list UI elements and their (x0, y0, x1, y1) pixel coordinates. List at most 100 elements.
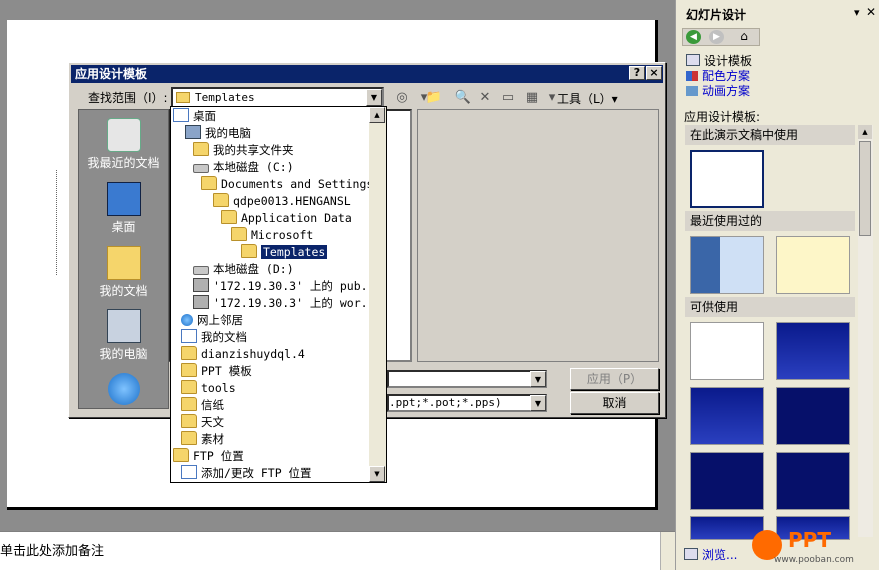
dropdown-item[interactable]: 桌面 (173, 108, 216, 125)
template-thumb[interactable] (690, 322, 764, 380)
scroll-up-icon[interactable]: ▲ (858, 125, 872, 139)
section-recent: 最近使用过的 (685, 211, 855, 231)
dropdown-item[interactable]: Application Data (221, 210, 352, 227)
place-recent-documents[interactable]: 我最近的文档 (79, 118, 168, 171)
lookin-dropdown-list[interactable]: 桌面 我的电脑我的共享文件夹本地磁盘 (C:) Documents and Sett… (170, 106, 387, 483)
slide-design-taskpane: 幻灯片设计 ▾ ✕ ◀ ▶ ⌂ 设计模板 配色方案 动画方案 应用设计模板: 在… (675, 0, 879, 570)
network-drive-icon (193, 295, 209, 309)
notes-pane[interactable]: 单击此处添加备注 (0, 531, 675, 570)
notes-placeholder[interactable]: 单击此处添加备注 (0, 540, 104, 559)
template-thumb[interactable] (776, 452, 850, 510)
dropdown-item-label: qdpe0013.HENGANSL (233, 194, 351, 208)
browse-link[interactable]: 浏览... (684, 546, 737, 563)
template-thumb[interactable] (776, 387, 850, 445)
dropdown-item[interactable]: '172.19.30.3' 上的 pub... (193, 278, 381, 295)
dropdown-item-label: 我的电脑 (205, 126, 251, 140)
filetype-select[interactable]: .ppt;*.pot;*.pps) (387, 394, 547, 412)
template-thumb[interactable] (776, 322, 850, 380)
chevron-down-icon[interactable]: ▼ (366, 89, 382, 106)
desktop-icon (173, 108, 189, 122)
place-my-computer[interactable]: 我的电脑 (79, 309, 168, 362)
lookin-value: Templates (195, 91, 255, 104)
dropdown-item[interactable]: 信纸 (181, 397, 224, 414)
folder-icon (181, 363, 197, 377)
link-animation-schemes[interactable]: 动画方案 (686, 82, 750, 99)
notes-scrollbar[interactable] (660, 532, 675, 570)
lookin-combobox[interactable]: Templates ▼ (171, 87, 384, 108)
panel-scrollbar[interactable]: ▲ (858, 125, 873, 537)
dropdown-item[interactable]: '172.19.30.3' 上的 wor... (193, 295, 381, 312)
dropdown-item-label: 信纸 (201, 398, 224, 412)
dropdown-item-label: '172.19.30.3' 上的 wor... (213, 296, 382, 310)
cancel-button[interactable]: 取消 (570, 392, 659, 414)
place-network[interactable] (79, 373, 168, 407)
template-thumb[interactable] (690, 150, 764, 208)
dropdown-item[interactable]: FTP 位置 (173, 448, 244, 465)
dropdown-item[interactable]: 我的共享文件夹 (193, 142, 294, 159)
drive-icon (193, 266, 209, 275)
panel-menu-icon[interactable]: ▾ (854, 6, 860, 19)
dropdown-item[interactable]: 天文 (181, 414, 224, 431)
views-icon[interactable]: ▦ (521, 88, 543, 108)
site-logo: PPT www.pooban.com (752, 528, 876, 568)
close-button[interactable]: × (646, 66, 662, 80)
panel-close-icon[interactable]: ✕ (866, 5, 876, 19)
dropdown-item-label: 天文 (201, 415, 224, 429)
dropdown-item[interactable]: Documents and Settings (201, 176, 373, 193)
dropdown-item[interactable]: Templates (241, 244, 328, 261)
scroll-thumb[interactable] (859, 141, 871, 236)
back-icon[interactable]: ◎ (391, 88, 413, 108)
section-current: 在此演示文稿中使用 (685, 125, 855, 145)
home-icon[interactable]: ⌂ (735, 29, 753, 45)
dropdown-item[interactable]: 我的电脑 (185, 125, 251, 142)
apply-button[interactable]: 应用（P） (570, 368, 659, 390)
delete-icon[interactable]: ✕ (474, 88, 496, 108)
up-folder-icon[interactable]: 📁 (423, 88, 445, 108)
tools-menu[interactable]: 工具（L）▾ (557, 90, 618, 107)
help-button[interactable]: ? (629, 66, 645, 80)
desktop-icon (106, 182, 141, 216)
template-thumb[interactable] (690, 387, 764, 445)
forward-icon[interactable]: ▶ (709, 30, 724, 44)
logo-brand: PPT (788, 528, 831, 552)
template-thumb[interactable] (776, 236, 850, 294)
dropdown-item[interactable]: 本地磁盘 (D:) (193, 261, 294, 278)
dropdown-item[interactable]: 网上邻居 (181, 312, 243, 329)
filename-dropdown-icon[interactable]: ▼ (530, 371, 546, 387)
dropdown-item-label: PPT 模板 (201, 364, 252, 378)
dropdown-scrollbar[interactable]: ▲ ▼ (369, 107, 386, 482)
search-web-icon[interactable]: 🔍 (452, 88, 474, 108)
dropdown-item[interactable]: Microsoft (231, 227, 313, 244)
dropdown-item-label: '172.19.30.3' 上的 pub... (213, 279, 382, 293)
browse-icon (684, 548, 698, 560)
dropdown-item[interactable]: PPT 模板 (181, 363, 252, 380)
template-thumb[interactable] (690, 236, 764, 294)
dropdown-item[interactable]: 我的文档 (181, 329, 247, 346)
dropdown-item[interactable]: qdpe0013.HENGANSL (213, 193, 351, 210)
ftp-add-icon (181, 465, 197, 479)
place-desktop[interactable]: 桌面 (79, 182, 168, 235)
panel-nav: ◀ ▶ ⌂ (682, 28, 760, 46)
filename-input[interactable] (387, 370, 547, 388)
scroll-down-icon[interactable]: ▼ (369, 466, 385, 482)
dialog-titlebar[interactable]: 应用设计模板 (71, 65, 663, 83)
template-thumb[interactable] (690, 452, 764, 510)
dropdown-item-label: 我的共享文件夹 (213, 143, 294, 157)
places-bar: 我最近的文档 桌面 我的文档 我的电脑 (78, 109, 169, 409)
new-folder-icon[interactable]: ▭ (497, 88, 519, 108)
dropdown-item[interactable]: 添加/更改 FTP 位置 (181, 465, 312, 482)
dropdown-item[interactable]: 本地磁盘 (C:) (193, 159, 294, 176)
dropdown-item-label: 我的文档 (201, 330, 247, 344)
place-my-documents[interactable]: 我的文档 (79, 246, 168, 299)
scroll-up-icon[interactable]: ▲ (369, 107, 385, 123)
dropdown-item-label: tools (201, 381, 236, 395)
place-label: 桌面 (111, 220, 136, 234)
dropdown-item-label: 网上邻居 (197, 313, 243, 327)
back-icon[interactable]: ◀ (686, 30, 701, 44)
dropdown-item[interactable]: tools (181, 380, 236, 397)
folder-open-icon (241, 244, 257, 258)
dropdown-item[interactable]: dianzishuydql.4 (181, 346, 305, 363)
dropdown-item[interactable]: 素材 (181, 431, 224, 448)
logo-url: www.pooban.com (774, 555, 854, 565)
filetype-dropdown-icon[interactable]: ▼ (530, 395, 546, 411)
